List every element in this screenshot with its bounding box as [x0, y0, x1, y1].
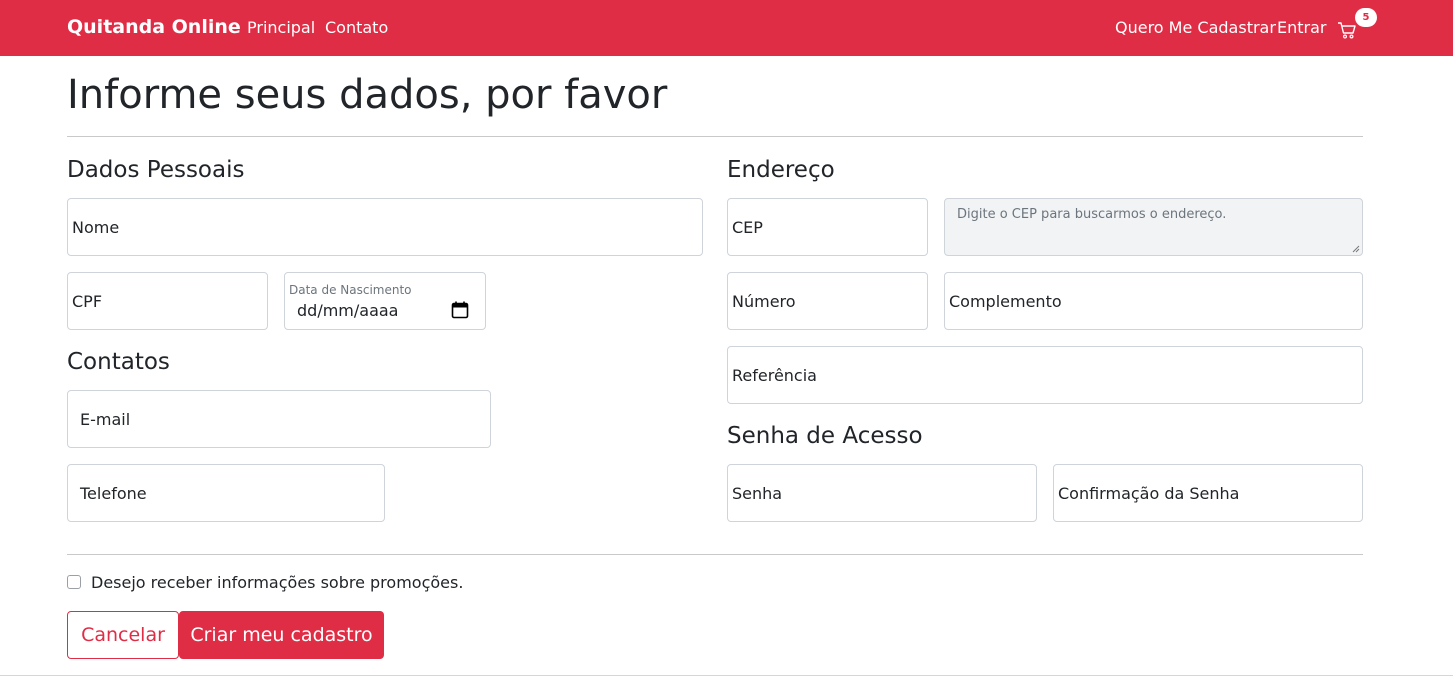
cart-count-badge: 5: [1355, 8, 1377, 27]
senha-field[interactable]: Senha: [727, 464, 1037, 522]
submit-button[interactable]: Criar meu cadastro: [179, 611, 384, 659]
section-title-password: Senha de Acesso: [727, 423, 923, 449]
confirmacao-senha-field[interactable]: Confirmação da Senha: [1053, 464, 1363, 522]
section-title-address: Endereço: [727, 157, 835, 183]
cep-label: CEP: [732, 218, 763, 237]
referencia-field[interactable]: Referência: [727, 346, 1363, 404]
section-title-personal: Dados Pessoais: [67, 157, 245, 183]
title-divider: [67, 136, 1363, 137]
promo-checkbox[interactable]: [67, 575, 81, 589]
telefone-label: Telefone: [80, 484, 147, 503]
nome-field[interactable]: Nome: [67, 198, 703, 256]
birth-date-placeholder: dd/mm/aaaa: [297, 301, 399, 320]
nav-link-principal[interactable]: Principal: [247, 18, 315, 37]
birth-date-label: Data de Nascimento: [289, 283, 412, 297]
cpf-field[interactable]: CPF: [67, 272, 268, 330]
telefone-field[interactable]: Telefone: [67, 464, 385, 522]
cart-icon[interactable]: [1337, 20, 1357, 40]
footer-divider: [0, 675, 1453, 676]
referencia-label: Referência: [732, 366, 817, 385]
nome-label: Nome: [72, 218, 120, 237]
cep-hint-text: Digite o CEP para buscarmos o endereço.: [957, 207, 1227, 222]
complemento-field[interactable]: Complemento: [944, 272, 1363, 330]
login-link[interactable]: Entrar: [1277, 18, 1326, 37]
resize-grip-icon: [1352, 245, 1360, 253]
email-label: E-mail: [80, 410, 131, 429]
section-title-contacts: Contatos: [67, 349, 170, 375]
navbar: Quitanda Online Principal Contato Quero …: [0, 0, 1453, 56]
birth-date-field[interactable]: Data de Nascimento dd/mm/aaaa: [284, 272, 486, 330]
cpf-label: CPF: [72, 292, 103, 311]
cep-field[interactable]: CEP: [727, 198, 928, 256]
register-link[interactable]: Quero Me Cadastrar: [1115, 18, 1276, 37]
complemento-label: Complemento: [949, 292, 1062, 311]
numero-label: Número: [732, 292, 796, 311]
senha-label: Senha: [732, 484, 783, 503]
email-field[interactable]: E-mail: [67, 390, 491, 448]
brand-link[interactable]: Quitanda Online: [67, 16, 241, 38]
promo-checkbox-label[interactable]: Desejo receber informações sobre promoçõ…: [91, 573, 463, 592]
nav-link-contato[interactable]: Contato: [325, 18, 388, 37]
page-title: Informe seus dados, por favor: [67, 72, 668, 118]
form-divider: [67, 554, 1363, 555]
calendar-icon[interactable]: [451, 301, 469, 319]
address-lookup-textarea: Digite o CEP para buscarmos o endereço.: [944, 198, 1363, 256]
cancel-button[interactable]: Cancelar: [67, 611, 179, 659]
numero-field[interactable]: Número: [727, 272, 928, 330]
confirmacao-senha-label: Confirmação da Senha: [1058, 484, 1240, 503]
